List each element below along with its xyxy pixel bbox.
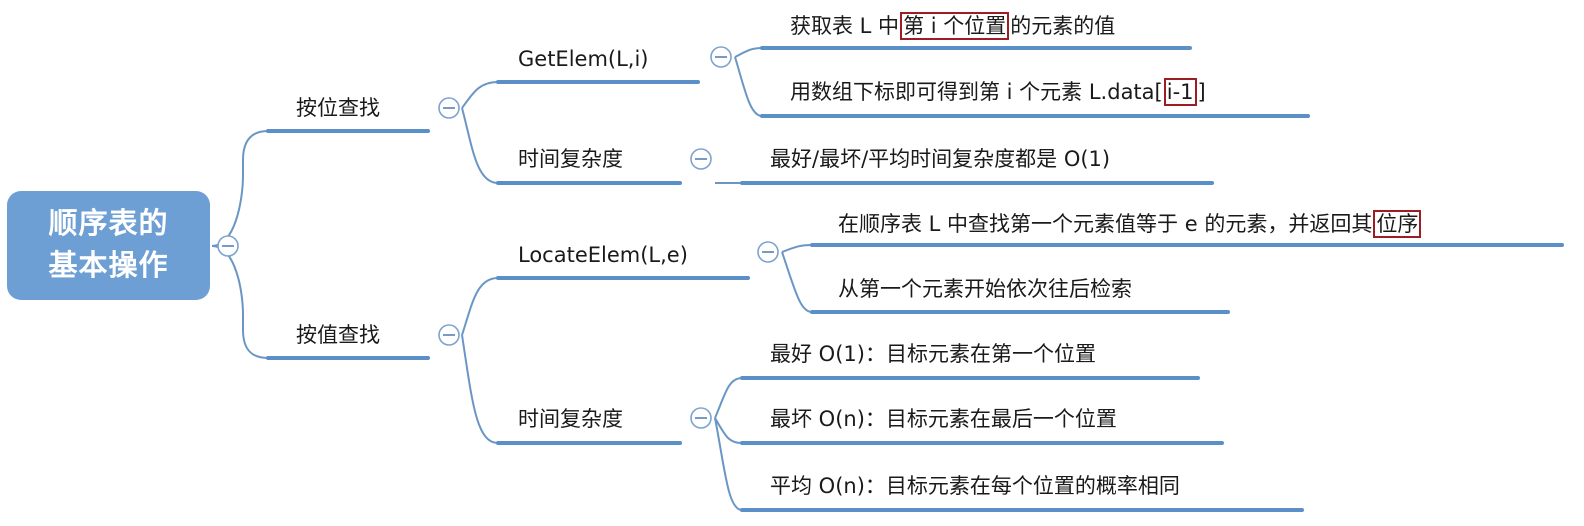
connector-root-value <box>211 245 269 359</box>
highlight-box-order: 位序 <box>1373 210 1422 238</box>
connector-complexity2-best <box>714 377 743 419</box>
highlight-box-index: i-1 <box>1163 78 1197 106</box>
connector-complexity2-average <box>714 417 743 511</box>
leaf-getelem-desc1-before: 获取表 L 中 <box>790 14 900 38</box>
leaf-getelem-desc2[interactable]: 用数组下标即可得到第 i 个元素 L.data[i-1] <box>790 78 1206 106</box>
leaf-getelem-desc1-after: 的元素的值 <box>1010 14 1116 38</box>
collapse-complexity2-icon[interactable] <box>690 407 712 429</box>
connector-value-complexity <box>461 334 499 444</box>
node-locateelem[interactable]: LocateElem(L,e) <box>518 241 688 269</box>
leaf-locate-desc1[interactable]: 在顺序表 L 中查找第一个元素值等于 e 的元素，并返回其 位序 <box>838 210 1422 238</box>
node-by-position[interactable]: 按位查找 <box>296 94 380 122</box>
node-complexity-position[interactable]: 时间复杂度 <box>518 145 623 173</box>
leaf-getelem-desc1[interactable]: 获取表 L 中第 i 个位置 的元素的值 <box>790 12 1115 40</box>
leaf-locate-desc1-before: 在顺序表 L 中查找第一个元素值等于 e 的元素，并返回其 <box>838 212 1373 236</box>
leaf-complexity-position[interactable]: 最好/最坏/平均时间复杂度都是 O(1) <box>770 145 1110 173</box>
leaf-complexity-worst[interactable]: 最坏 O(n)：目标元素在最后一个位置 <box>770 405 1117 433</box>
collapse-complexity1-icon[interactable] <box>690 148 712 170</box>
collapse-getelem-icon[interactable] <box>710 46 732 68</box>
leaf-complexity-average[interactable]: 平均 O(n)：目标元素在每个位置的概率相同 <box>770 472 1180 500</box>
collapse-root-icon[interactable] <box>217 235 239 257</box>
leaf-locate-desc2[interactable]: 从第一个元素开始依次往后检索 <box>838 275 1132 303</box>
node-by-value[interactable]: 按值查找 <box>296 321 380 349</box>
collapse-locateelem-icon[interactable] <box>757 241 779 263</box>
leaf-getelem-desc2-before: 用数组下标即可得到第 i 个元素 L.data[ <box>790 80 1163 104</box>
connector-locate-desc2 <box>781 251 813 313</box>
leaf-complexity-best[interactable]: 最好 O(1)：目标元素在第一个位置 <box>770 340 1096 368</box>
node-getelem[interactable]: GetElem(L,i) <box>518 45 649 73</box>
collapse-by-position-icon[interactable] <box>438 97 460 119</box>
highlight-box-ith-position: 第 i 个位置 <box>900 12 1010 40</box>
root-label-line1: 顺序表的 <box>48 206 169 240</box>
node-complexity-value[interactable]: 时间复杂度 <box>518 405 623 433</box>
collapse-by-value-icon[interactable] <box>438 324 460 346</box>
leaf-getelem-desc2-after: ] <box>1197 80 1206 104</box>
connector-position-getelem <box>461 81 499 109</box>
connector-position-complexity <box>461 107 499 184</box>
root-label-line2: 基本操作 <box>48 248 169 282</box>
connector-locate-desc1 <box>781 244 813 253</box>
connector-getelem-desc1 <box>734 47 763 58</box>
connector-root-position <box>211 130 269 247</box>
connector-value-locate <box>461 277 499 336</box>
connector-getelem-desc2 <box>734 56 763 117</box>
root-label: 顺序表的 基本操作 <box>7 202 210 286</box>
